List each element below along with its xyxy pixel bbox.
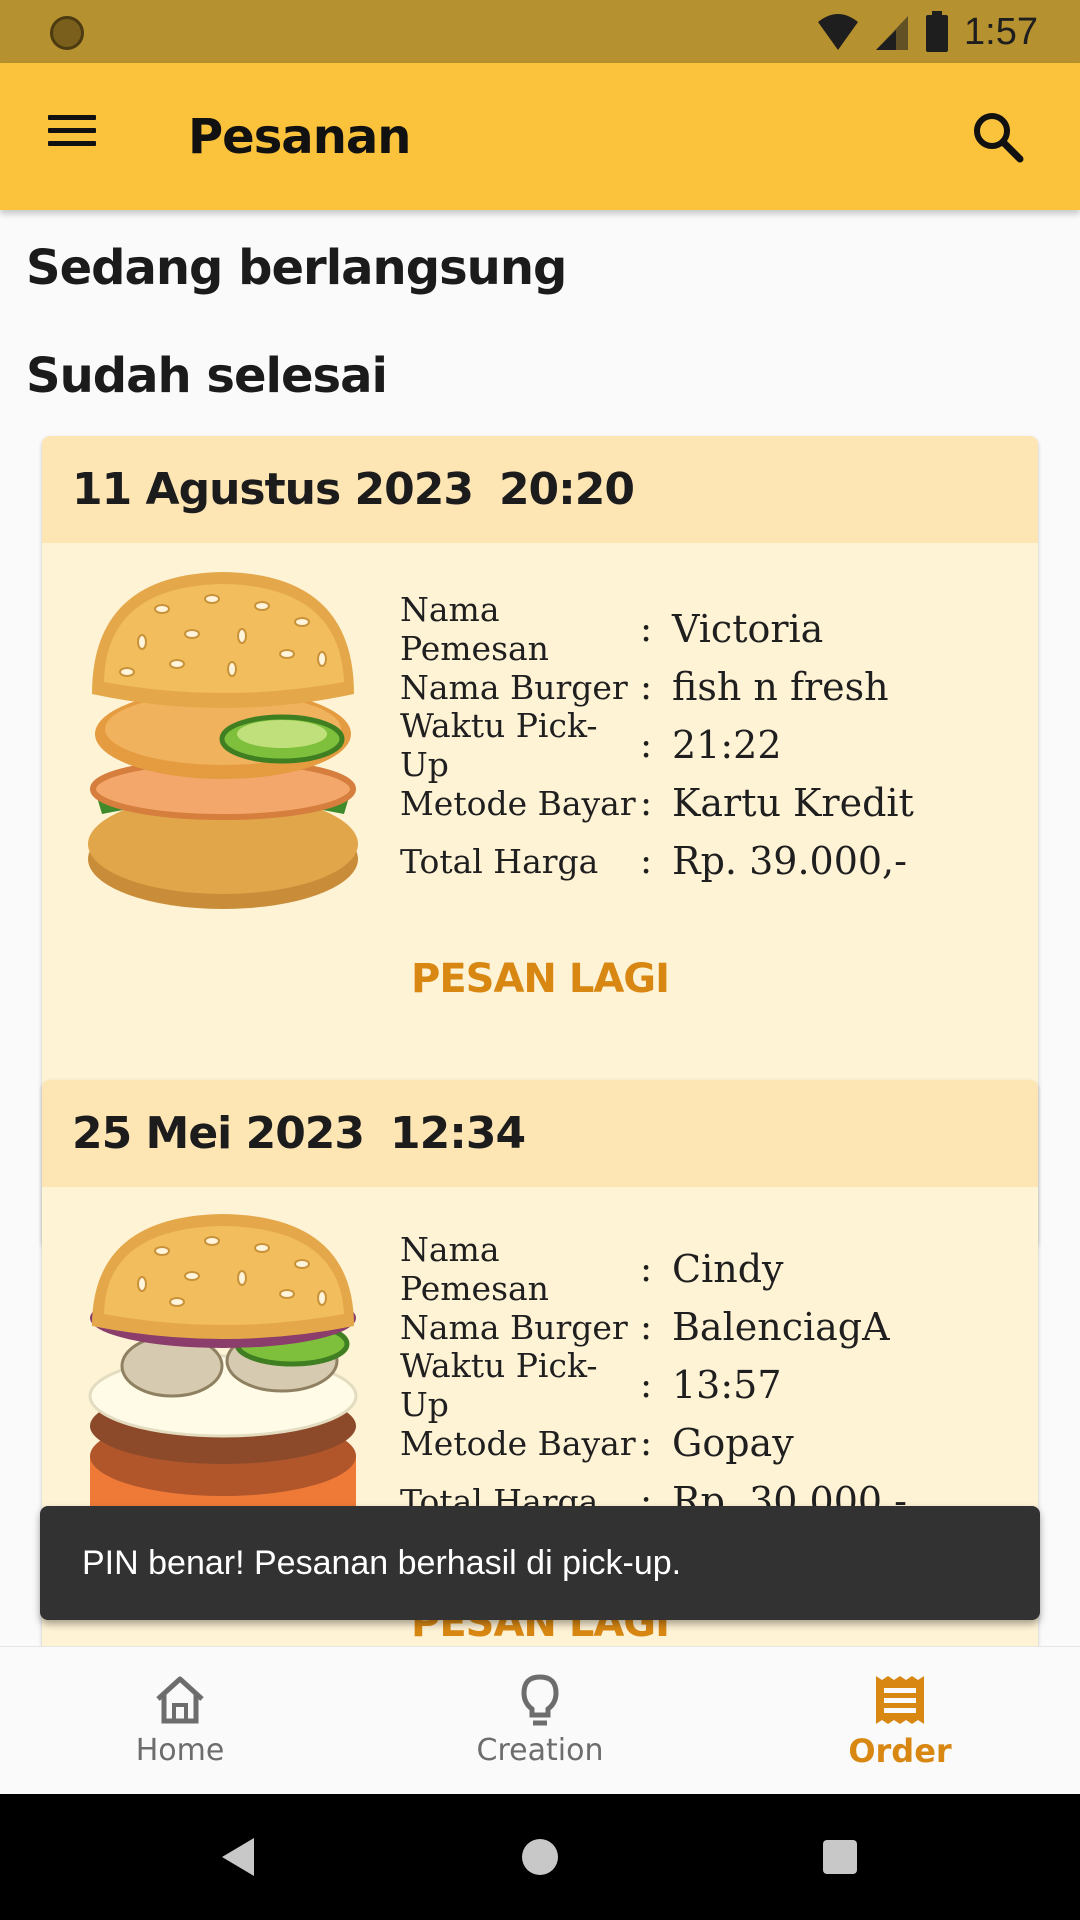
menu-button[interactable]: [42, 107, 102, 167]
burger-name: fish n fresh: [672, 665, 889, 709]
home-icon: [156, 1676, 204, 1724]
label-name: Nama Pemesan: [400, 590, 549, 668]
status-bar: 1:57: [0, 0, 1080, 63]
payment-method: Gopay: [672, 1421, 794, 1465]
burger-name: BalenciagA: [672, 1305, 890, 1349]
system-navigation-bar: [0, 1794, 1080, 1920]
order-date: 25 Mei 2023: [72, 1108, 365, 1159]
total-price: Rp. 39.000,-: [672, 839, 907, 883]
lightbulb-icon: [521, 1674, 559, 1726]
back-icon[interactable]: [214, 1832, 264, 1882]
order-time: 20:20: [498, 464, 635, 515]
nav-order-label: Order: [848, 1731, 952, 1770]
burger-image: [88, 1214, 358, 1556]
signal-icon: [876, 16, 909, 50]
search-icon: [974, 113, 1024, 163]
nav-creation-label: Creation: [476, 1733, 604, 1768]
snackbar: PIN benar! Pesanan berhasil di pick-up.: [40, 1506, 1040, 1620]
wifi-icon: [818, 14, 859, 50]
reorder-button[interactable]: PESAN LAGI: [42, 956, 1038, 1002]
section-ongoing-title: Sedang berlangsung: [26, 240, 567, 296]
customer-name: Cindy: [672, 1247, 784, 1291]
fish-burger-image: [88, 572, 358, 909]
customer-name: Victoria: [672, 607, 824, 651]
order-card-header: 25 Mei 2023 12:34: [42, 1080, 1038, 1187]
label-payment: Metode Bayar: [400, 1423, 636, 1463]
section-done-title: Sudah selesai: [26, 348, 388, 404]
nav-home[interactable]: Home: [0, 1647, 360, 1794]
status-icons: 1:57: [816, 10, 1038, 54]
order-details: Nama Pemesan: Cindy Nama Burger: Balenciag…: [400, 1230, 907, 1523]
order-list[interactable]: Sedang berlangsung Sudah selesai 11 Agus…: [0, 210, 1080, 1646]
battery-icon: [926, 11, 949, 52]
label-payment: Metode Bayar: [400, 783, 636, 823]
order-date: 11 Agustus 2023: [72, 464, 474, 515]
search-button[interactable]: [968, 107, 1028, 167]
notification-icon: [50, 16, 84, 50]
page-title: Pesanan: [188, 109, 411, 165]
order-card-header: 11 Agustus 2023 20:20: [42, 436, 1038, 543]
label-name: Nama Pemesan: [400, 1230, 549, 1308]
label-pickup: Waktu Pick-Up: [400, 1346, 598, 1424]
label-pickup: Waktu Pick-Up: [400, 706, 598, 784]
label-burger: Nama Burger: [400, 1307, 628, 1347]
app-bar: Pesanan: [0, 63, 1080, 210]
recents-icon[interactable]: [815, 1832, 865, 1882]
nav-order[interactable]: Order: [720, 1647, 1080, 1794]
payment-method: Kartu Kredit: [672, 781, 914, 825]
nav-creation[interactable]: Creation: [360, 1647, 720, 1794]
nav-home-label: Home: [135, 1733, 225, 1768]
label-burger: Nama Burger: [400, 667, 628, 707]
status-time: 1:57: [964, 10, 1038, 53]
home-circle-icon[interactable]: [515, 1832, 565, 1882]
label-total: Total Harga: [400, 841, 599, 881]
receipt-icon: [876, 1675, 924, 1724]
pickup-time: 21:22: [672, 723, 782, 767]
order-time: 12:34: [390, 1108, 526, 1159]
order-details: Nama Pemesan: Victoria Nama Burger: fish n…: [400, 590, 914, 883]
bottom-navigation: Home Creation Order: [0, 1646, 1080, 1794]
snackbar-message: PIN benar! Pesanan berhasil di pick-up.: [82, 1543, 682, 1582]
pickup-time: 13:57: [672, 1363, 782, 1407]
